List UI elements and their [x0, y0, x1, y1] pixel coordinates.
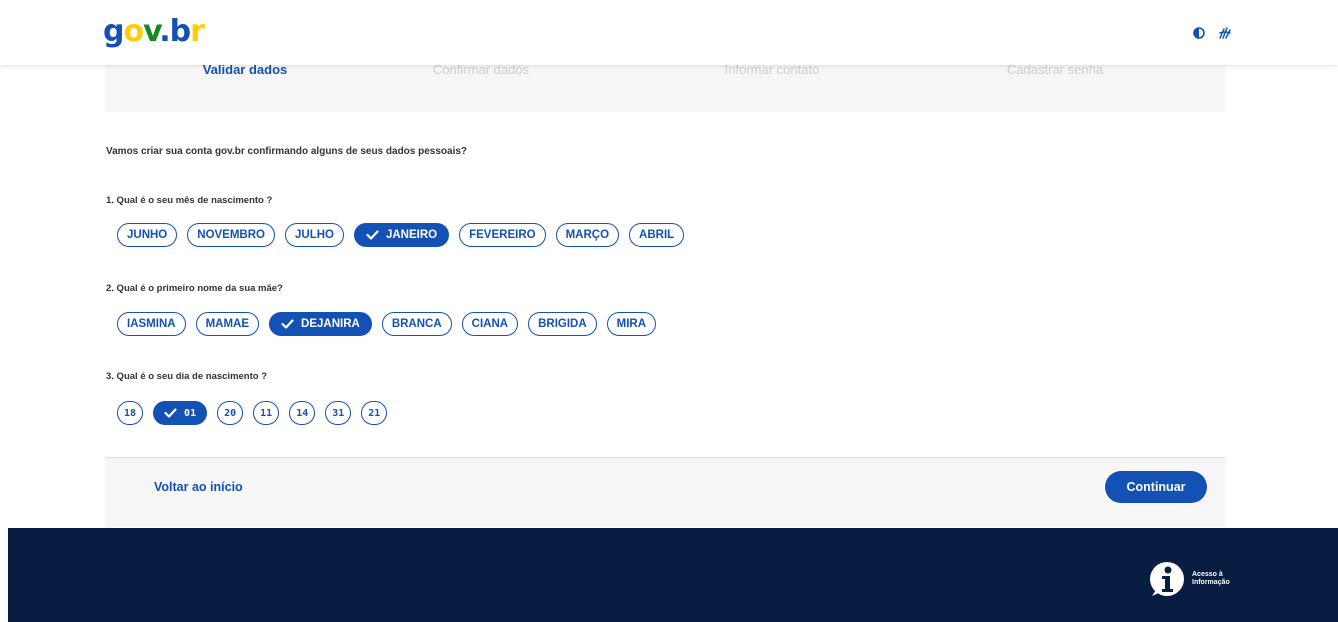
option-label: NOVEMBRO: [197, 229, 265, 241]
option-chip[interactable]: CIANA: [461, 312, 519, 336]
option-chip[interactable]: 20: [217, 401, 244, 425]
acesso-line: Informação: [1192, 579, 1230, 586]
option-chip[interactable]: 21: [361, 401, 388, 425]
option-chip[interactable]: ABRIL: [629, 223, 685, 247]
month-options: JUNHO NOVEMBRO JULHO JANEIRO FEVEREIRO MARÇO A…: [117, 223, 685, 247]
option-chip[interactable]: NOVEMBRO: [187, 223, 275, 247]
logo-letter: g: [103, 14, 125, 49]
check-icon: [366, 230, 379, 240]
question-mother-name-label: 2. Qual é o primeiro nome da sua mãe?: [106, 283, 283, 294]
option-label: JANEIRO: [385, 229, 438, 241]
action-bar: Voltar ao início Continuar: [105, 457, 1225, 527]
footer: Acesso à Informação: [8, 528, 1338, 622]
option-label: FEVEREIRO: [469, 229, 536, 241]
option-label: ABRIL: [639, 229, 675, 241]
option-label: 18: [124, 407, 137, 419]
option-label: MIRA: [616, 318, 647, 330]
govbr-logo[interactable]: gov.br: [103, 14, 205, 50]
option-chip[interactable]: MIRA: [606, 312, 657, 336]
day-options: 18 01 20 11 14 31 21: [117, 401, 388, 425]
option-label: JUNHO: [127, 229, 168, 241]
option-label: 01: [184, 407, 197, 419]
option-label: 11: [260, 407, 273, 419]
question-month-label: 1. Qual é o seu mês de nascimento ?: [106, 195, 273, 206]
option-chip[interactable]: 11: [253, 401, 280, 425]
option-label: JULHO: [295, 229, 334, 241]
continue-button[interactable]: Continuar: [1105, 471, 1207, 503]
option-label: IASMINA: [127, 318, 176, 330]
option-chip[interactable]: BRANCA: [381, 312, 452, 336]
option-chip[interactable]: MARÇO: [555, 223, 620, 247]
option-label: CIANA: [471, 318, 509, 330]
option-chip[interactable]: DEJANIRA: [269, 312, 372, 336]
logo-letter: b: [169, 14, 192, 49]
sign-language-icon[interactable]: [1216, 22, 1234, 44]
logo-letter: .: [159, 14, 170, 49]
contrast-icon[interactable]: [1190, 22, 1208, 44]
option-label: 14: [296, 407, 309, 419]
option-label: 21: [368, 407, 381, 419]
option-label: 31: [332, 407, 345, 419]
info-icon: [1150, 562, 1184, 596]
option-chip[interactable]: JANEIRO: [353, 223, 450, 247]
mother-name-options: IASMINA MAMAE DEJANIRA BRANCA CIANA BRIGIDA MI…: [117, 312, 657, 336]
check-icon: [281, 319, 294, 329]
option-chip[interactable]: MAMAE: [195, 312, 260, 336]
check-icon: [164, 408, 177, 418]
option-chip[interactable]: JULHO: [285, 223, 344, 247]
logo-letter: r: [190, 14, 205, 49]
accessibility-tools: [1190, 22, 1234, 44]
option-label: 20: [224, 407, 237, 419]
option-chip[interactable]: 01: [153, 401, 208, 425]
acesso-informacao-label: Acesso à Informação: [1192, 571, 1252, 587]
header: gov.br: [0, 0, 1338, 65]
logo-letter: o: [123, 14, 144, 49]
option-label: DEJANIRA: [301, 318, 360, 330]
logo-letter: v: [143, 14, 160, 49]
option-chip[interactable]: IASMINA: [117, 312, 186, 336]
option-label: MARÇO: [565, 229, 610, 241]
option-chip[interactable]: 31: [325, 401, 352, 425]
acesso-line: Acesso à: [1192, 571, 1223, 578]
intro-text: Vamos criar sua conta gov.br confirmando…: [106, 146, 468, 157]
option-chip[interactable]: JUNHO: [117, 223, 178, 247]
option-chip[interactable]: 14: [289, 401, 316, 425]
option-label: BRIGIDA: [538, 318, 587, 330]
option-label: MAMAE: [205, 318, 250, 330]
back-to-start-link[interactable]: Voltar ao início: [154, 480, 243, 494]
question-day-label: 3. Qual é o seu dia de nascimento ?: [106, 371, 268, 382]
option-chip[interactable]: BRIGIDA: [528, 312, 597, 336]
option-label: BRANCA: [391, 318, 442, 330]
option-chip[interactable]: FEVEREIRO: [459, 223, 546, 247]
acesso-informacao-link[interactable]: Acesso à Informação: [1148, 560, 1252, 598]
option-chip[interactable]: 18: [117, 401, 144, 425]
